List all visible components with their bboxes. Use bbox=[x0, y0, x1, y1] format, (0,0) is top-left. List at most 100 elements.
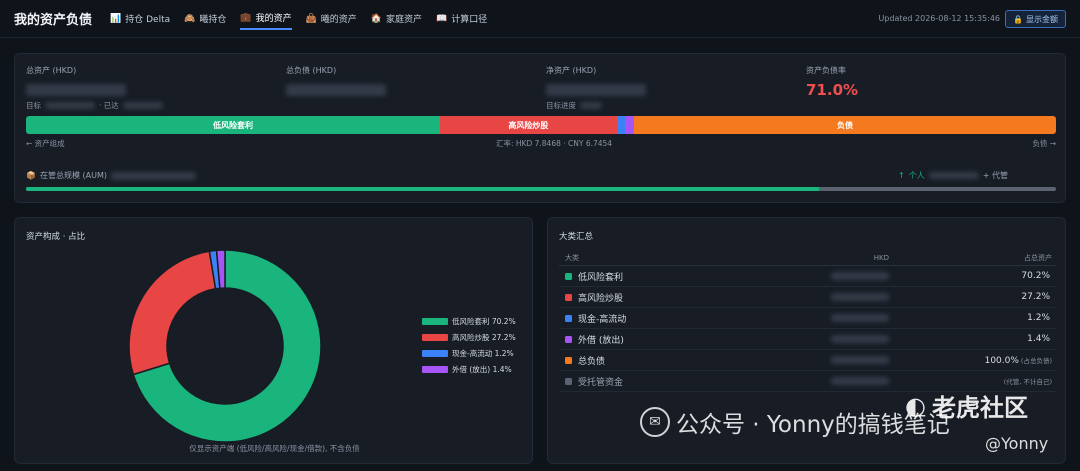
legend-label: 高风险炒股 27.2% bbox=[452, 333, 516, 342]
bar-segment bbox=[624, 116, 634, 134]
asset-liability-bar: 低风险套利 高风险炒股 负债 bbox=[26, 116, 1056, 134]
target-progress-label: 目标进度 bbox=[546, 101, 576, 110]
total-liabilities-label: 总负债 (HKD) bbox=[286, 66, 337, 75]
legend-label: 现金-高流动 1.2% bbox=[452, 349, 514, 358]
tab-my-assets[interactable]: 💼 我的资产 bbox=[240, 7, 292, 30]
row-hkd bbox=[769, 356, 889, 364]
tab-family-assets[interactable]: 🏠 家庭资产 bbox=[371, 7, 422, 30]
row-pct: 70.2% bbox=[1021, 271, 1050, 281]
row-name: 高风险炒股 bbox=[578, 293, 624, 304]
col-share: 占总资产 bbox=[1024, 254, 1052, 262]
row-category: 总负债 bbox=[559, 354, 769, 367]
row-category: 外借 (放出) bbox=[559, 333, 769, 346]
tab-xi-holdings[interactable]: 🙈 曦持仓 bbox=[184, 7, 226, 30]
category-summary-table: 大类 HKD 占总资产 低风险套利 70.2% 高风险炒股 27.2% 现金-高… bbox=[559, 251, 1056, 392]
aum-value-hidden bbox=[110, 171, 196, 180]
row-hkd bbox=[769, 272, 889, 280]
tiger-logo-icon: ◐ bbox=[905, 391, 926, 420]
updated-timestamp: Updated 2026-08-12 15:35:46 bbox=[878, 14, 1000, 23]
target-label: 目标 bbox=[26, 101, 41, 110]
target-progress-line: 目标进度 bbox=[546, 100, 602, 111]
bar-segment bbox=[616, 116, 625, 134]
tab-label: 曦的资产 bbox=[320, 15, 357, 25]
row-hkd-hidden bbox=[831, 314, 889, 322]
row-share: 27.2% bbox=[889, 292, 1056, 302]
total-liabilities-metric: 总负债 (HKD) bbox=[286, 65, 386, 99]
asset-composition-title: 资产构成 · 占比 bbox=[26, 232, 86, 242]
donut-note: 仅显示资产端 (低风险/高风险/现金/借款), 不含负债 bbox=[189, 444, 360, 453]
aum-left: 📦 在管总规模 (AUM) bbox=[26, 170, 196, 181]
row-share: 1.2% bbox=[889, 313, 1056, 323]
legend-item[interactable]: 高风险炒股 27.2% bbox=[422, 332, 516, 343]
legend-swatch bbox=[422, 350, 448, 357]
top-bar: 我的资产负债 📊 持仓 Delta 🙈 曦持仓 💼 我的资产 👜 曦的资产 🏠 家庭资产 … bbox=[0, 0, 1080, 38]
bar-segment: 高风险炒股 bbox=[440, 116, 617, 134]
tab-label: 曦持仓 bbox=[199, 15, 227, 25]
tab-label: 家庭资产 bbox=[386, 15, 423, 25]
row-name: 低风险套利 bbox=[578, 272, 624, 283]
legend-label: 低风险套利 70.2% bbox=[452, 317, 516, 326]
row-pct: 100.0% bbox=[984, 355, 1019, 366]
tab-holdings-delta[interactable]: 📊 持仓 Delta bbox=[110, 7, 170, 30]
table-row: 外借 (放出) 1.4% bbox=[559, 329, 1056, 350]
total-assets-value-hidden bbox=[26, 84, 126, 96]
show-amounts-button[interactable]: 🔒 显示金额 bbox=[1005, 10, 1066, 28]
donut-slice[interactable] bbox=[128, 250, 217, 376]
bar-segment: 低风险套利 bbox=[26, 116, 441, 134]
asset-side-label: ← 资产组成 bbox=[26, 139, 65, 148]
aum-label: 在管总规模 (AUM) bbox=[39, 171, 107, 180]
row-name: 外借 (放出) bbox=[578, 335, 624, 346]
legend-swatch bbox=[422, 318, 448, 325]
row-name: 总负债 bbox=[578, 356, 606, 367]
row-hkd-hidden bbox=[831, 272, 889, 280]
chart-icon: 📊 bbox=[110, 13, 122, 24]
category-color-dot bbox=[565, 335, 572, 343]
target-line: 目标 · 已达 bbox=[26, 100, 163, 111]
target-value-hidden bbox=[45, 102, 95, 109]
table-row: 总负债 100.0% (占总负债) bbox=[559, 350, 1056, 371]
table-row: 现金-高流动 1.2% bbox=[559, 308, 1056, 329]
legend-swatch bbox=[422, 366, 448, 373]
aum-personal-fill bbox=[26, 187, 820, 191]
table-header: 大类 HKD 占总资产 bbox=[559, 251, 1056, 266]
row-share: 1.4% bbox=[889, 334, 1056, 344]
debt-ratio-label: 资产负债率 bbox=[806, 66, 846, 75]
row-category: 低风险套利 bbox=[559, 270, 769, 283]
donut-legend: 低风险套利 70.2% 高风险炒股 27.2% 现金-高流动 1.2% 外借 (放出)… bbox=[422, 316, 516, 380]
net-assets-label: 净资产 (HKD) bbox=[546, 66, 597, 75]
debt-ratio-metric: 资产负债率 71.0% bbox=[806, 65, 858, 99]
briefcase-icon: 💼 bbox=[240, 12, 252, 23]
row-name: 受托管资金 bbox=[578, 377, 624, 388]
tab-label: 我的资产 bbox=[255, 14, 292, 24]
house-icon: 🏠 bbox=[370, 13, 383, 24]
category-summary-title: 大类汇总 bbox=[559, 232, 594, 242]
row-name: 现金-高流动 bbox=[578, 314, 627, 325]
reached-value-hidden bbox=[122, 102, 163, 109]
row-note: (占总负债) bbox=[1020, 356, 1052, 365]
category-color-dot bbox=[565, 356, 572, 364]
row-share: 100.0% (占总负债) bbox=[889, 355, 1056, 366]
net-assets-metric: 净资产 (HKD) bbox=[546, 65, 646, 99]
tab-label: 计算口径 bbox=[451, 15, 488, 25]
tab-xi-assets[interactable]: 👜 曦的资产 bbox=[306, 7, 357, 30]
target-progress-value-hidden bbox=[580, 102, 602, 109]
table-row: 低风险套利 70.2% bbox=[559, 266, 1056, 287]
row-hkd bbox=[769, 293, 889, 301]
monkey-icon: 🙈 bbox=[184, 13, 196, 24]
fx-rate-label: 汇率: HKD 7.8468 · CNY 6.7454 bbox=[496, 139, 613, 148]
handle-watermark: @Yonny bbox=[985, 434, 1049, 453]
legend-item[interactable]: 低风险套利 70.2% bbox=[422, 316, 516, 327]
box-icon: 📦 bbox=[26, 171, 36, 180]
tab-calculation-basis[interactable]: 📖 计算口径 bbox=[436, 7, 487, 30]
page-title: 我的资产负债 bbox=[14, 13, 93, 28]
aum-agent-label: + 代管 bbox=[982, 171, 1008, 180]
row-hkd-hidden bbox=[831, 377, 889, 385]
liability-side-label: 负债 → bbox=[1032, 139, 1056, 148]
row-share: 70.2% bbox=[889, 271, 1056, 281]
net-assets-value-hidden bbox=[546, 84, 646, 96]
reached-label: · 已达 bbox=[99, 101, 119, 110]
legend-item[interactable]: 外借 (放出) 1.4% bbox=[422, 364, 516, 375]
total-assets-metric: 总资产 (HKD) bbox=[26, 65, 126, 99]
legend-item[interactable]: 现金-高流动 1.2% bbox=[422, 348, 516, 359]
bar-segment: 负债 bbox=[633, 116, 1056, 134]
